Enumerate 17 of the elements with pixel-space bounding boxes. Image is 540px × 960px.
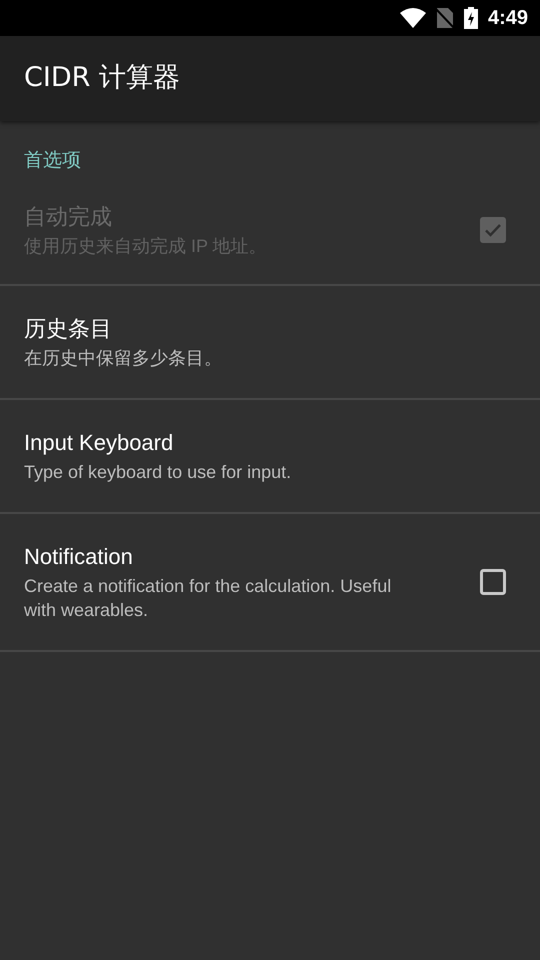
checkbox[interactable]: [480, 568, 506, 594]
preference-title: Input Keyboard: [24, 428, 174, 457]
wifi-icon: [400, 8, 426, 28]
preference-title: Notification: [24, 542, 134, 570]
no-sim-icon: [436, 7, 454, 29]
preference-summary: 在历史中保留多少条目。: [24, 346, 223, 370]
preference-row[interactable]: Notification Create a notification for the calculation. Useful with wearables.: [0, 514, 540, 652]
preference-row[interactable]: 历史条目 在历史中保留多少条目。: [0, 286, 540, 400]
preference-summary: Type of keyboard to use for input.: [24, 460, 292, 484]
app-title: CIDR 计算器: [24, 61, 180, 96]
preference-title: 自动完成: [24, 202, 113, 230]
preference-title: 历史条目: [24, 314, 113, 342]
preference-row[interactable]: Input Keyboard Type of keyboard to use for input.: [0, 400, 540, 514]
status-time: 4:49: [488, 6, 528, 31]
section-header: 首选项: [24, 150, 81, 171]
battery-charging-icon: [464, 7, 478, 29]
preference-summary: Create a notification for the calculation. Useful with wearables.: [24, 574, 392, 622]
